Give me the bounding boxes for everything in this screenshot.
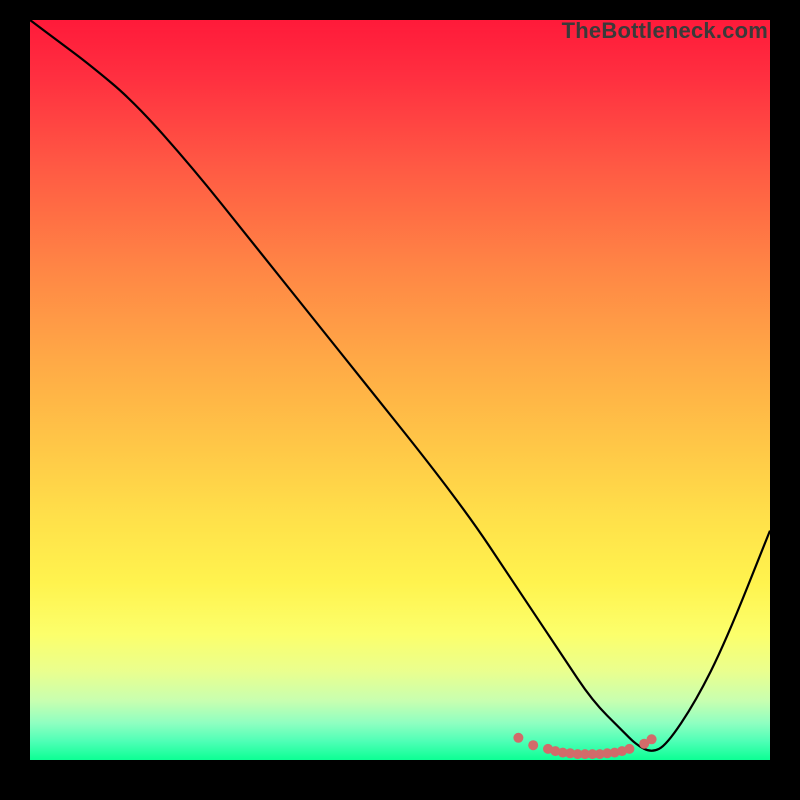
bottleneck-curve	[30, 20, 770, 751]
tick-dot	[513, 733, 523, 743]
tick-dot	[528, 740, 538, 750]
tick-dot	[647, 734, 657, 744]
chart-canvas: TheBottleneck.com	[30, 20, 770, 760]
minimum-tick-marks	[513, 733, 656, 759]
chart-svg	[30, 20, 770, 760]
tick-dot	[624, 744, 634, 754]
